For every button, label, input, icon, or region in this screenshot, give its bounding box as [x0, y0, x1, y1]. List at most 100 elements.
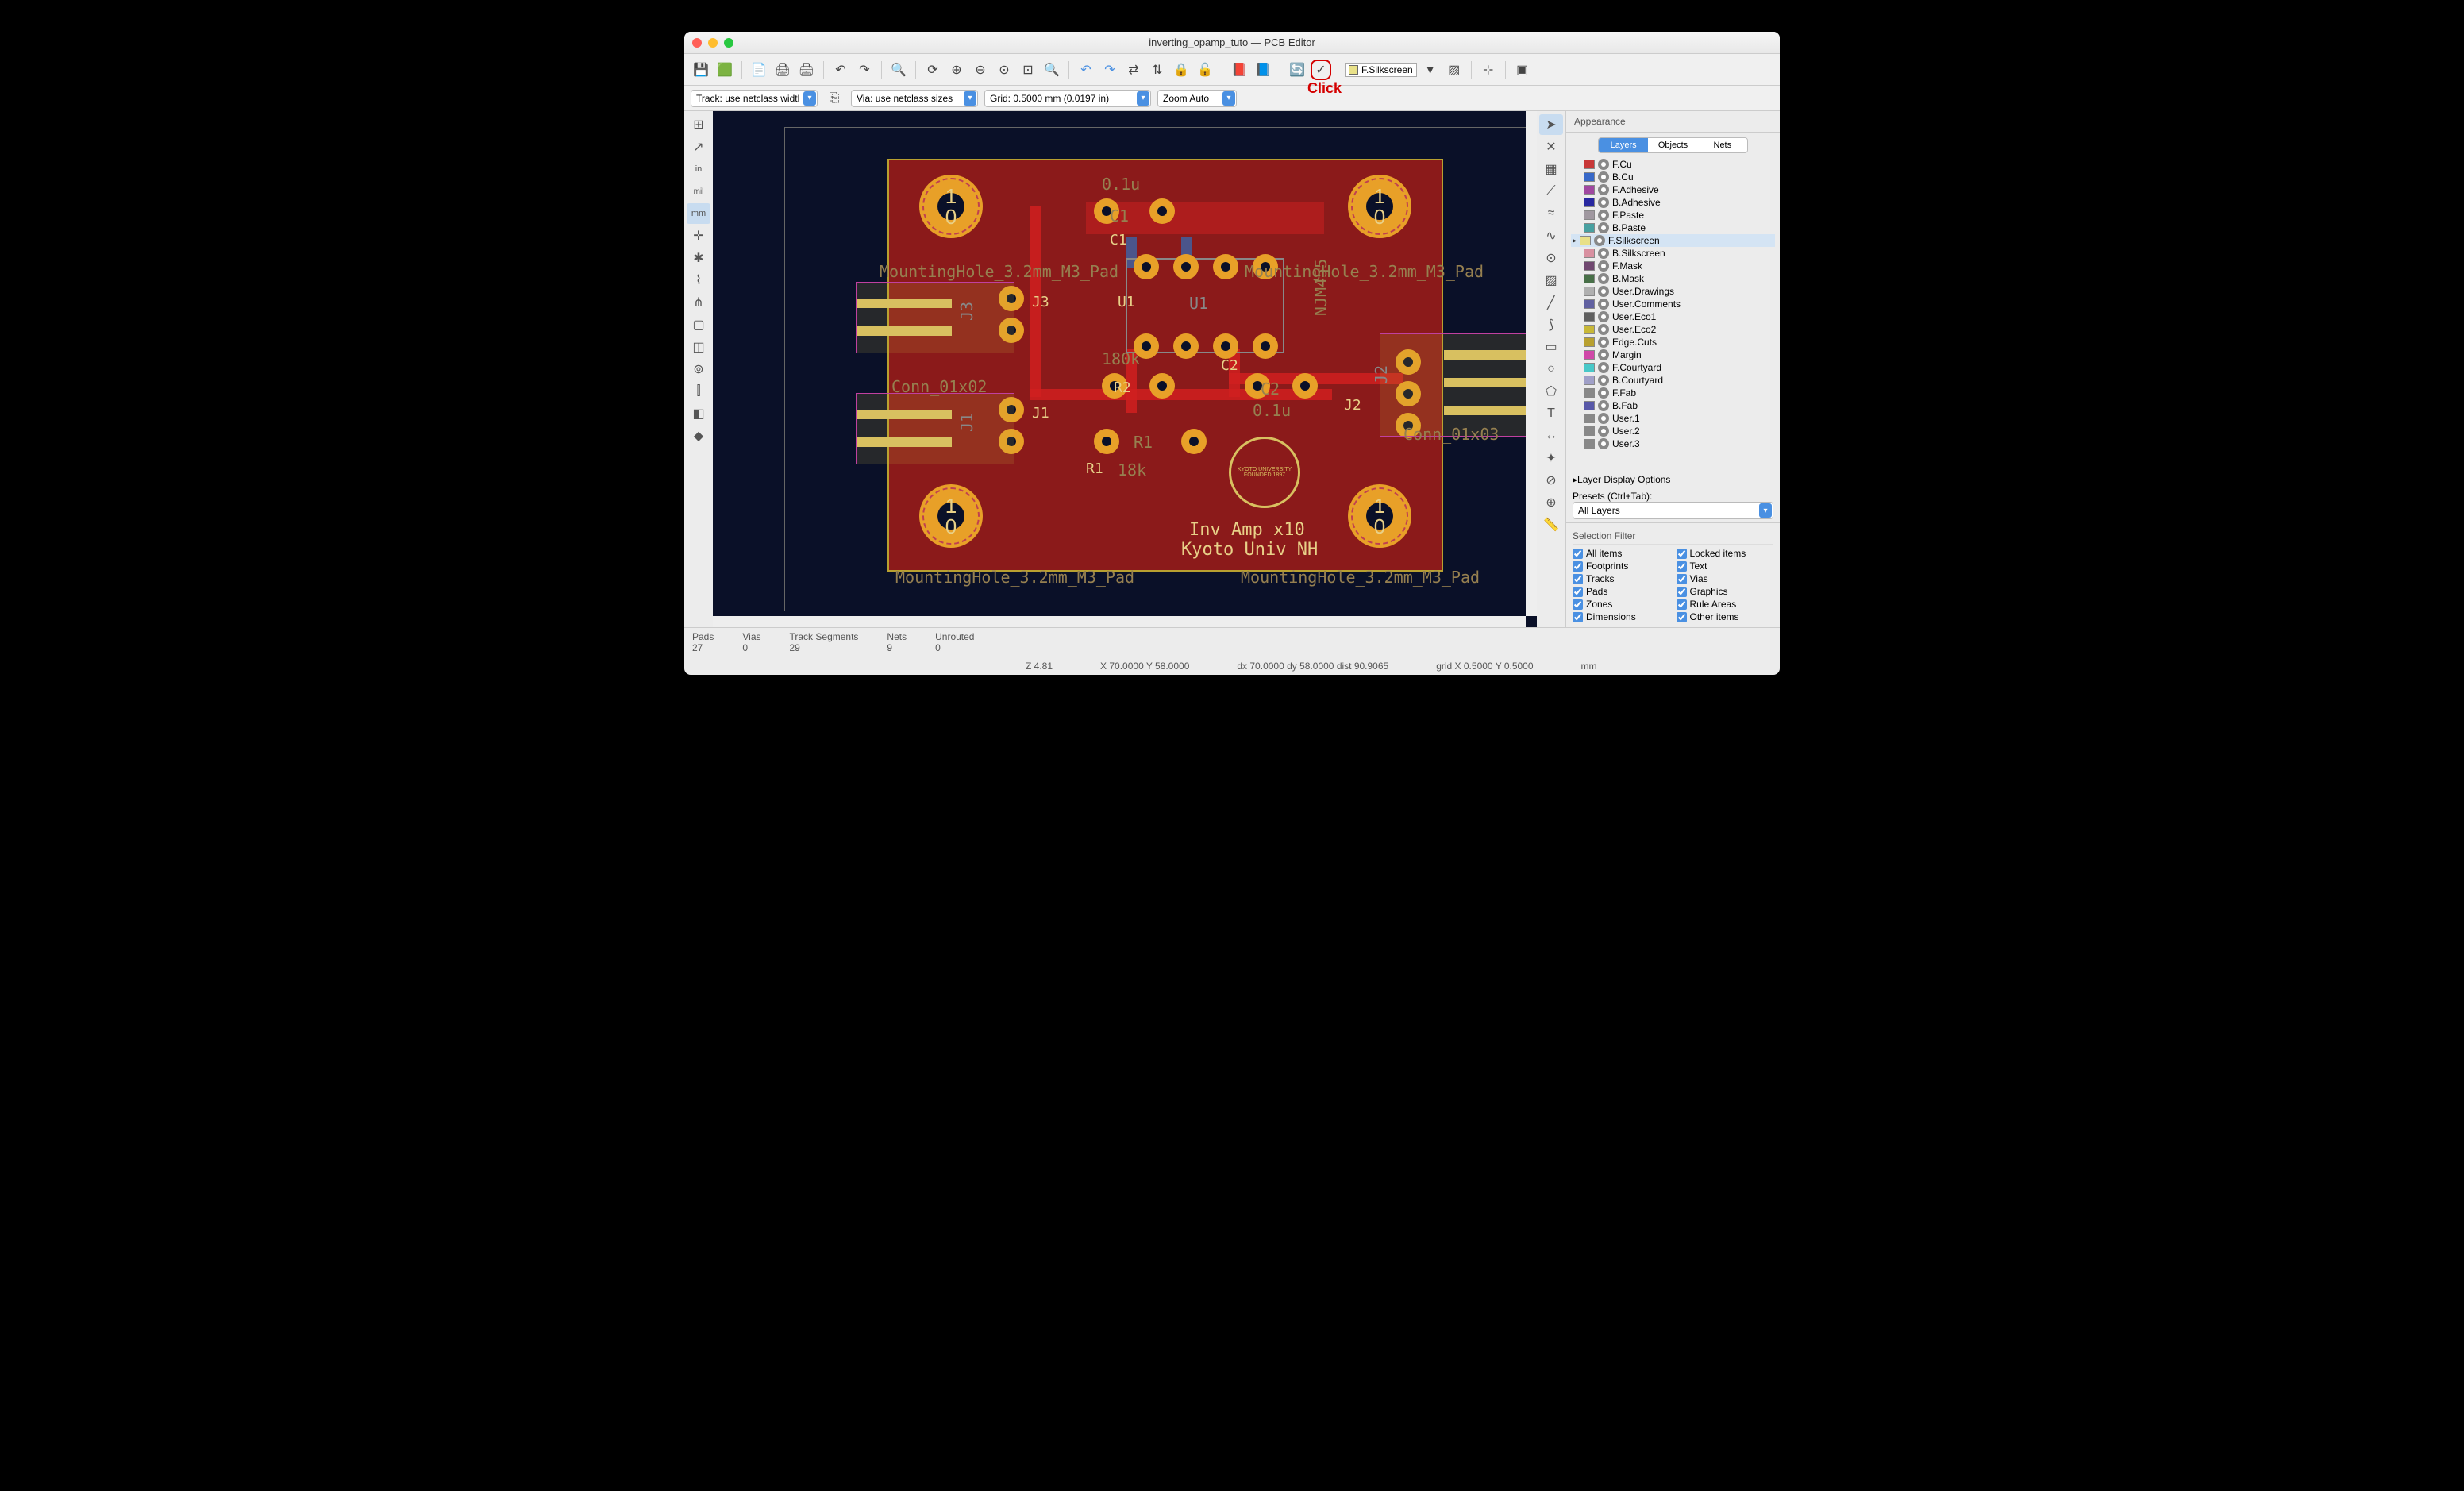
cursor-shape-icon[interactable]: ✛: [687, 225, 710, 246]
unlock-icon[interactable]: 🔓: [1195, 60, 1215, 80]
layer-display-options[interactable]: ▸Layer Display Options: [1566, 472, 1780, 487]
polar-icon[interactable]: ↗: [687, 137, 710, 157]
track-width-select[interactable]: Track: use netclass width: [691, 90, 818, 107]
layer-dropdown-icon[interactable]: ▾: [1420, 60, 1441, 80]
vertical-scrollbar[interactable]: [1526, 111, 1537, 616]
undo-icon[interactable]: ↶: [830, 60, 851, 80]
highlight-net-icon[interactable]: ✕: [1539, 137, 1563, 157]
pad-display-icon[interactable]: ◫: [687, 337, 710, 357]
mm-icon[interactable]: mm: [687, 203, 710, 224]
layer-row[interactable]: B.Cu: [1571, 171, 1775, 183]
rotate-cw-icon[interactable]: ↷: [1099, 60, 1120, 80]
save-icon[interactable]: 💾: [691, 60, 711, 80]
delete-icon[interactable]: ⊘: [1539, 470, 1563, 491]
visibility-icon[interactable]: [1598, 248, 1609, 259]
visibility-icon[interactable]: [1598, 171, 1609, 183]
layer-row[interactable]: B.Paste: [1571, 222, 1775, 234]
set-origin-icon[interactable]: ⊕: [1539, 492, 1563, 513]
refresh-icon[interactable]: ⟳: [922, 60, 943, 80]
filter-check[interactable]: Dimensions: [1573, 611, 1670, 622]
minimize-button[interactable]: [708, 38, 718, 48]
drc-button[interactable]: ✓: [1311, 60, 1331, 80]
filter-check[interactable]: Rule Areas: [1677, 599, 1774, 610]
visibility-icon[interactable]: [1598, 299, 1609, 310]
visibility-icon[interactable]: [1598, 222, 1609, 233]
inches-icon[interactable]: in: [687, 159, 710, 179]
page-settings-icon[interactable]: 📄: [749, 60, 769, 80]
visibility-icon[interactable]: [1598, 337, 1609, 348]
checkbox[interactable]: [1573, 574, 1583, 584]
footprint-browser-icon[interactable]: 📘: [1253, 60, 1273, 80]
layer-row[interactable]: F.Paste: [1571, 209, 1775, 222]
visibility-icon[interactable]: [1598, 324, 1609, 335]
visibility-icon[interactable]: [1598, 260, 1609, 272]
tab-layers[interactable]: Layers: [1599, 138, 1648, 152]
visibility-icon[interactable]: [1598, 375, 1609, 386]
ratsnest-icon[interactable]: ✱: [687, 248, 710, 268]
zoom-out-icon[interactable]: ⊖: [970, 60, 991, 80]
add-rect-icon[interactable]: ▭: [1539, 337, 1563, 357]
add-arc-icon[interactable]: ⟆: [1539, 314, 1563, 335]
zoom-fit-icon[interactable]: ⊙: [994, 60, 1014, 80]
track-display-icon[interactable]: ⫿: [687, 381, 710, 402]
tune-length-icon[interactable]: ∿: [1539, 225, 1563, 246]
close-button[interactable]: [692, 38, 702, 48]
grid-select[interactable]: Grid: 0.5000 mm (0.0197 in): [984, 90, 1151, 107]
rotate-ccw-icon[interactable]: ↶: [1076, 60, 1096, 80]
layer-row[interactable]: F.Mask: [1571, 260, 1775, 272]
find-icon[interactable]: 🔍: [888, 60, 909, 80]
layer-selector[interactable]: F.Silkscreen: [1345, 63, 1417, 77]
add-zone-icon[interactable]: ▨: [1539, 270, 1563, 291]
filter-check[interactable]: Tracks: [1573, 573, 1670, 584]
tab-objects[interactable]: Objects: [1648, 138, 1697, 152]
visibility-icon[interactable]: [1598, 413, 1609, 424]
filter-check[interactable]: Text: [1677, 561, 1774, 572]
layer-row[interactable]: Edge.Cuts: [1571, 336, 1775, 349]
layer-row[interactable]: B.Mask: [1571, 272, 1775, 285]
zoom-in-icon[interactable]: ⊕: [946, 60, 967, 80]
checkbox[interactable]: [1573, 561, 1583, 572]
mirror-h-icon[interactable]: ⇄: [1123, 60, 1144, 80]
add-dimension-icon[interactable]: ↔: [1539, 426, 1563, 446]
checkbox[interactable]: [1573, 549, 1583, 559]
measure-icon[interactable]: 📏: [1539, 514, 1563, 535]
horizontal-scrollbar[interactable]: [713, 616, 1526, 627]
lock-icon[interactable]: 🔒: [1171, 60, 1192, 80]
layer-row[interactable]: ▸F.Silkscreen: [1571, 234, 1775, 247]
layer-row[interactable]: User.2: [1571, 425, 1775, 437]
filter-check[interactable]: Graphics: [1677, 586, 1774, 597]
filter-check[interactable]: Pads: [1573, 586, 1670, 597]
layer-row[interactable]: User.Eco1: [1571, 310, 1775, 323]
checkbox[interactable]: [1573, 612, 1583, 622]
visibility-icon[interactable]: [1598, 210, 1609, 221]
print-icon[interactable]: 🖨: [772, 60, 793, 80]
via-size-select[interactable]: Via: use netclass sizes: [851, 90, 978, 107]
presets-select[interactable]: All Layers: [1573, 502, 1773, 519]
layer-row[interactable]: F.Cu: [1571, 158, 1775, 171]
console-icon[interactable]: ▣: [1512, 60, 1533, 80]
zone-display-icon[interactable]: ▢: [687, 314, 710, 335]
layer-row[interactable]: F.Courtyard: [1571, 361, 1775, 374]
visibility-icon[interactable]: [1598, 159, 1609, 170]
board-setup-icon[interactable]: 🟩: [714, 60, 735, 80]
visibility-icon[interactable]: [1598, 362, 1609, 373]
via-display-icon[interactable]: ⊚: [687, 359, 710, 379]
checkbox[interactable]: [1677, 561, 1687, 572]
layer-pair-icon[interactable]: ▨: [1444, 60, 1465, 80]
visibility-icon[interactable]: [1598, 184, 1609, 195]
update-schematic-icon[interactable]: 🔄: [1287, 60, 1307, 80]
zoom-button[interactable]: [724, 38, 733, 48]
checkbox[interactable]: [1677, 587, 1687, 597]
layer-row[interactable]: B.Courtyard: [1571, 374, 1775, 387]
layers-manager-icon[interactable]: ◆: [687, 426, 710, 446]
filter-check[interactable]: All items: [1573, 548, 1670, 559]
visibility-icon[interactable]: [1594, 235, 1605, 246]
tab-nets[interactable]: Nets: [1698, 138, 1747, 152]
route-diff-icon[interactable]: ≈: [1539, 203, 1563, 224]
mils-icon[interactable]: mil: [687, 181, 710, 202]
checkbox[interactable]: [1573, 599, 1583, 610]
filter-check[interactable]: Vias: [1677, 573, 1774, 584]
visibility-icon[interactable]: [1598, 311, 1609, 322]
visibility-icon[interactable]: [1598, 438, 1609, 449]
layer-row[interactable]: User.1: [1571, 412, 1775, 425]
